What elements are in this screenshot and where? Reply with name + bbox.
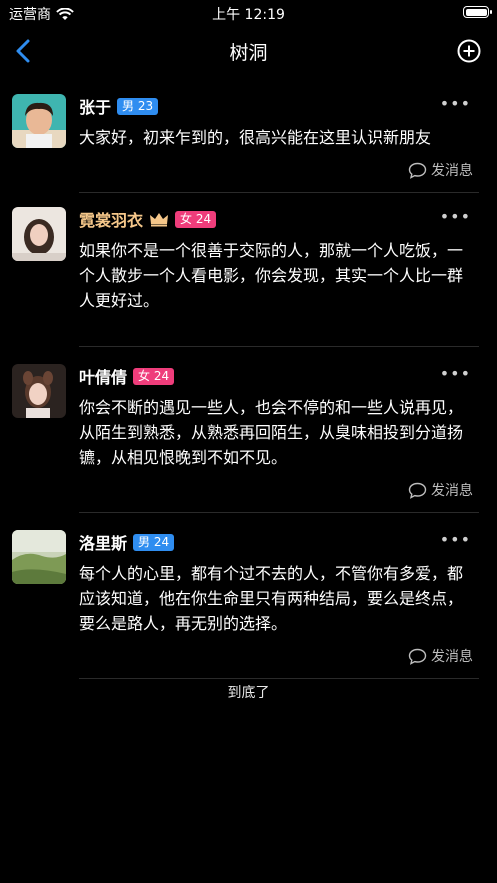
gender-label: 女 — [180, 211, 193, 226]
gender-label: 女 — [138, 368, 151, 383]
more-options-icon[interactable]: ••• — [440, 530, 471, 549]
status-bar: 运营商 上午 12:19 — [0, 0, 497, 26]
post-item: ••• 叶倩倩 女 24 你会不断的遇见一些人，也会不停的和一些人说再见，从陌生… — [12, 347, 479, 513]
user-name[interactable]: 霓裳羽衣 — [79, 207, 143, 231]
more-options-icon[interactable]: ••• — [440, 364, 471, 383]
post-item: ••• 张于 男 23 大家好，初来乍到的，很高兴能在这里认识新朋友 发消息 — [12, 84, 479, 193]
age-label: 24 — [153, 368, 170, 383]
chat-bubble-icon — [408, 482, 427, 499]
send-message-label: 发消息 — [431, 483, 473, 499]
gender-age-badge: 男 23 — [117, 97, 159, 115]
post-feed: ••• 张于 男 23 大家好，初来乍到的，很高兴能在这里认识新朋友 发消息 •… — [0, 84, 497, 679]
post-text: 大家好，初来乍到的，很高兴能在这里认识新朋友 — [79, 128, 432, 147]
avatar[interactable] — [12, 364, 66, 418]
add-circle-icon[interactable] — [457, 39, 481, 63]
more-options-icon[interactable]: ••• — [440, 207, 471, 226]
gender-age-badge: 女 24 — [133, 367, 175, 385]
post-item: ••• 霓裳羽衣 女 24 如果你不是一个很善于交际的人，那就一个人吃饭，一个人… — [12, 193, 479, 347]
avatar[interactable] — [12, 94, 66, 148]
chat-bubble-icon — [408, 648, 427, 665]
battery-icon — [463, 6, 492, 18]
end-of-list-label: 到底了 — [227, 685, 270, 701]
gender-label: 男 — [122, 98, 135, 113]
chat-bubble-icon — [408, 162, 427, 179]
page-title: 树洞 — [229, 42, 268, 64]
status-time: 上午 12:19 — [212, 7, 285, 23]
post-text: 你会不断的遇见一些人，也会不停的和一些人说再见，从陌生到熟悉，从熟悉再回陌生，从… — [79, 398, 464, 467]
avatar[interactable] — [12, 207, 66, 261]
user-name[interactable]: 叶倩倩 — [79, 364, 127, 388]
post-item: ••• 洛里斯 男 24 每个人的心里，都有个过不去的人，不管你有多爱，都应该知… — [12, 513, 479, 679]
user-name[interactable]: 洛里斯 — [79, 530, 127, 554]
more-options-icon[interactable]: ••• — [440, 94, 471, 113]
avatar[interactable] — [12, 530, 66, 584]
gender-age-badge: 女 24 — [175, 210, 217, 228]
divider — [79, 678, 479, 679]
age-label: 23 — [137, 98, 154, 113]
send-message-label: 发消息 — [431, 163, 473, 179]
send-message-label: 发消息 — [431, 649, 473, 665]
send-message-button[interactable]: 发消息 — [79, 478, 479, 502]
navigation-bar: 树洞 — [0, 26, 497, 76]
age-label: 24 — [195, 211, 212, 226]
post-text: 每个人的心里，都有个过不去的人，不管你有多爱，都应该知道，他在你生命里只有两种结… — [79, 564, 464, 633]
age-label: 24 — [153, 534, 170, 549]
crown-icon — [150, 213, 169, 227]
user-name[interactable]: 张于 — [79, 94, 111, 118]
send-message-button[interactable]: 发消息 — [79, 644, 479, 668]
post-text: 如果你不是一个很善于交际的人，那就一个人吃饭，一个人散步一个人看电影，你会发现，… — [79, 241, 464, 310]
gender-age-badge: 男 24 — [133, 533, 175, 551]
send-message-button[interactable]: 发消息 — [79, 158, 479, 182]
gender-label: 男 — [138, 534, 151, 549]
